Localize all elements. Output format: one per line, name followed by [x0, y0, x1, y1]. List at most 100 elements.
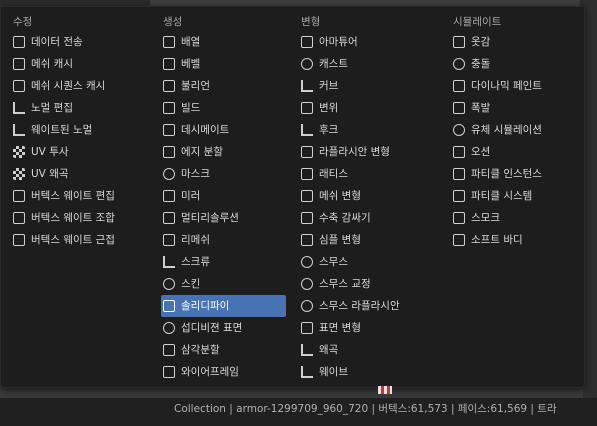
menu-item-armature[interactable]: 아마튜어: [299, 31, 424, 53]
menu-item-mesh-deform[interactable]: 메쉬 변형: [299, 185, 424, 207]
menu-item-warp[interactable]: 왜곡: [299, 339, 424, 361]
menu-item-wave[interactable]: 웨이브: [299, 361, 424, 383]
menu-item-remesh[interactable]: 리메쉬: [161, 229, 286, 251]
menu-item-particle-system[interactable]: 파티클 시스템: [451, 185, 576, 207]
menu-item-label: 에지 분할: [181, 146, 223, 158]
wireframe-icon: [163, 366, 175, 378]
ocean-icon: [453, 146, 465, 158]
menu-item-multires[interactable]: 멀티리솔루션: [161, 207, 286, 229]
menu-item-bevel[interactable]: 베벨: [161, 53, 286, 75]
menu-item-label: 수축 감싸기: [319, 212, 371, 224]
cloth-icon: [453, 36, 465, 48]
menu-item-label: 솔리디파이: [181, 300, 230, 312]
lattice-icon: [301, 168, 313, 180]
status-bar: Collection | armor-1299709_960_720 | 버텍스…: [0, 398, 597, 426]
menu-item-ocean[interactable]: 오션: [451, 141, 576, 163]
menu-item-label: 웨이트된 노멀: [31, 124, 93, 136]
menu-item-array[interactable]: 배열: [161, 31, 286, 53]
menu-item-decimate[interactable]: 데시메이트: [161, 119, 286, 141]
menu-item-smoke[interactable]: 스모크: [451, 207, 576, 229]
column-header-simulate: 시뮬레이트: [453, 16, 502, 28]
menu-item-label: 아마튜어: [319, 36, 358, 48]
menu-item-smooth[interactable]: 스무스: [299, 251, 424, 273]
column-simulate: 시뮬레이트 옷감충돌다이나믹 페인트폭발유체 시뮬레이션오션파티클 인스턴스파티…: [451, 13, 576, 251]
menu-item-soft-body[interactable]: 소프트 바디: [451, 229, 576, 251]
menu-item-mask[interactable]: 마스크: [161, 163, 286, 185]
menu-item-vertex-weight-edit[interactable]: 버텍스 웨이트 편집: [11, 185, 136, 207]
menu-item-label: 스무스 라플라시안: [319, 300, 400, 312]
menu-item-label: 충돌: [471, 58, 491, 70]
skin-icon: [163, 278, 175, 290]
build-icon: [163, 102, 175, 114]
menu-item-build[interactable]: 빌드: [161, 97, 286, 119]
fluid-icon: [453, 124, 465, 136]
curve-icon: [301, 80, 313, 92]
menu-item-label: 마스크: [181, 168, 210, 180]
particle-instance-icon: [453, 168, 465, 180]
smoke-icon: [453, 212, 465, 224]
menu-item-edge-split[interactable]: 에지 분할: [161, 141, 286, 163]
menu-item-shrinkwrap[interactable]: 수축 감싸기: [299, 207, 424, 229]
column-header-generate: 생성: [163, 16, 183, 28]
transfer-icon: [13, 36, 25, 48]
menu-item-particle-instance[interactable]: 파티클 인스턴스: [451, 163, 576, 185]
menu-item-simple-deform[interactable]: 심플 변형: [299, 229, 424, 251]
menu-item-label: 래티스: [319, 168, 348, 180]
particle-system-icon: [453, 190, 465, 202]
normal-edit-icon: [13, 102, 25, 114]
menu-item-label: 캐스트: [319, 58, 348, 70]
wave-icon: [301, 366, 313, 378]
menu-item-label: 섭디비젼 표면: [181, 322, 243, 334]
menu-item-skin[interactable]: 스킨: [161, 273, 286, 295]
menu-item-wireframe[interactable]: 와이어프레임: [161, 361, 286, 383]
menu-item-label: 노멀 편집: [31, 102, 73, 114]
menu-item-curve[interactable]: 커브: [299, 75, 424, 97]
menu-item-label: 오션: [471, 146, 491, 158]
menu-item-fluid[interactable]: 유체 시뮬레이션: [451, 119, 576, 141]
menu-item-label: 와이어프레임: [181, 366, 239, 378]
menu-item-transfer[interactable]: 데이터 전송: [11, 31, 136, 53]
menu-item-subsurf[interactable]: 섭디비젼 표면: [161, 317, 286, 339]
menu-item-weighted-normal[interactable]: 웨이트된 노멀: [11, 119, 136, 141]
menu-item-label: 버텍스 웨이트 조합: [31, 212, 115, 224]
menu-item-cast[interactable]: 캐스트: [299, 53, 424, 75]
menu-item-collision[interactable]: 충돌: [451, 53, 576, 75]
menu-item-vertex-weight-mix[interactable]: 버텍스 웨이트 조합: [11, 207, 136, 229]
menu-item-mirror[interactable]: 미러: [161, 185, 286, 207]
menu-item-hook[interactable]: 후크: [299, 119, 424, 141]
menu-item-vertex-weight-proximity[interactable]: 버텍스 웨이트 근접: [11, 229, 136, 251]
menu-item-displace[interactable]: 변위: [299, 97, 424, 119]
menu-item-triangulate[interactable]: 삼각분할: [161, 339, 286, 361]
menu-item-uv-project[interactable]: UV 투사: [11, 141, 136, 163]
triangulate-icon: [163, 344, 175, 356]
menu-item-mesh-sequence[interactable]: 메쉬 시퀀스 캐시: [11, 75, 136, 97]
menu-item-label: 폭발: [471, 102, 491, 114]
menu-item-laplacian-deform[interactable]: 라플라시안 변형: [299, 141, 424, 163]
menu-item-solidify[interactable]: 솔리디파이: [161, 295, 286, 317]
menu-item-corrective-smooth[interactable]: 스무스 교정: [299, 273, 424, 295]
uv-warp-icon: [13, 168, 25, 180]
dynamic-paint-icon: [453, 80, 465, 92]
menu-item-cloth[interactable]: 옷감: [451, 31, 576, 53]
menu-item-boolean[interactable]: 불리언: [161, 75, 286, 97]
mesh-deform-icon: [301, 190, 313, 202]
menu-item-label: 멀티리솔루션: [181, 212, 239, 224]
menu-item-mesh-cache[interactable]: 메쉬 캐시: [11, 53, 136, 75]
menu-item-normal-edit[interactable]: 노멀 편집: [11, 97, 136, 119]
cast-icon: [301, 58, 313, 70]
menu-item-screw[interactable]: 스크류: [161, 251, 286, 273]
menu-item-dynamic-paint[interactable]: 다이나믹 페인트: [451, 75, 576, 97]
menu-item-lattice[interactable]: 래티스: [299, 163, 424, 185]
mesh-sequence-icon: [13, 80, 25, 92]
menu-item-uv-warp[interactable]: UV 왜곡: [11, 163, 136, 185]
menu-item-label: 스무스: [319, 256, 348, 268]
menu-item-label: 파티클 시스템: [471, 190, 533, 202]
menu-item-explode[interactable]: 폭발: [451, 97, 576, 119]
boolean-icon: [163, 80, 175, 92]
menu-item-label: 옷감: [471, 36, 491, 48]
vertex-weight-mix-icon: [13, 212, 25, 224]
menu-item-laplacian-smooth[interactable]: 스무스 라플라시안: [299, 295, 424, 317]
column-deform: 변형 아마튜어 캐스트 커브 변위 후크 라플라시안 변형 래티스 메쉬 변형 수축 감싸기 심플…: [299, 13, 424, 383]
menu-item-label: 리메쉬: [181, 234, 210, 246]
menu-item-surface-deform[interactable]: 표면 변형: [299, 317, 424, 339]
